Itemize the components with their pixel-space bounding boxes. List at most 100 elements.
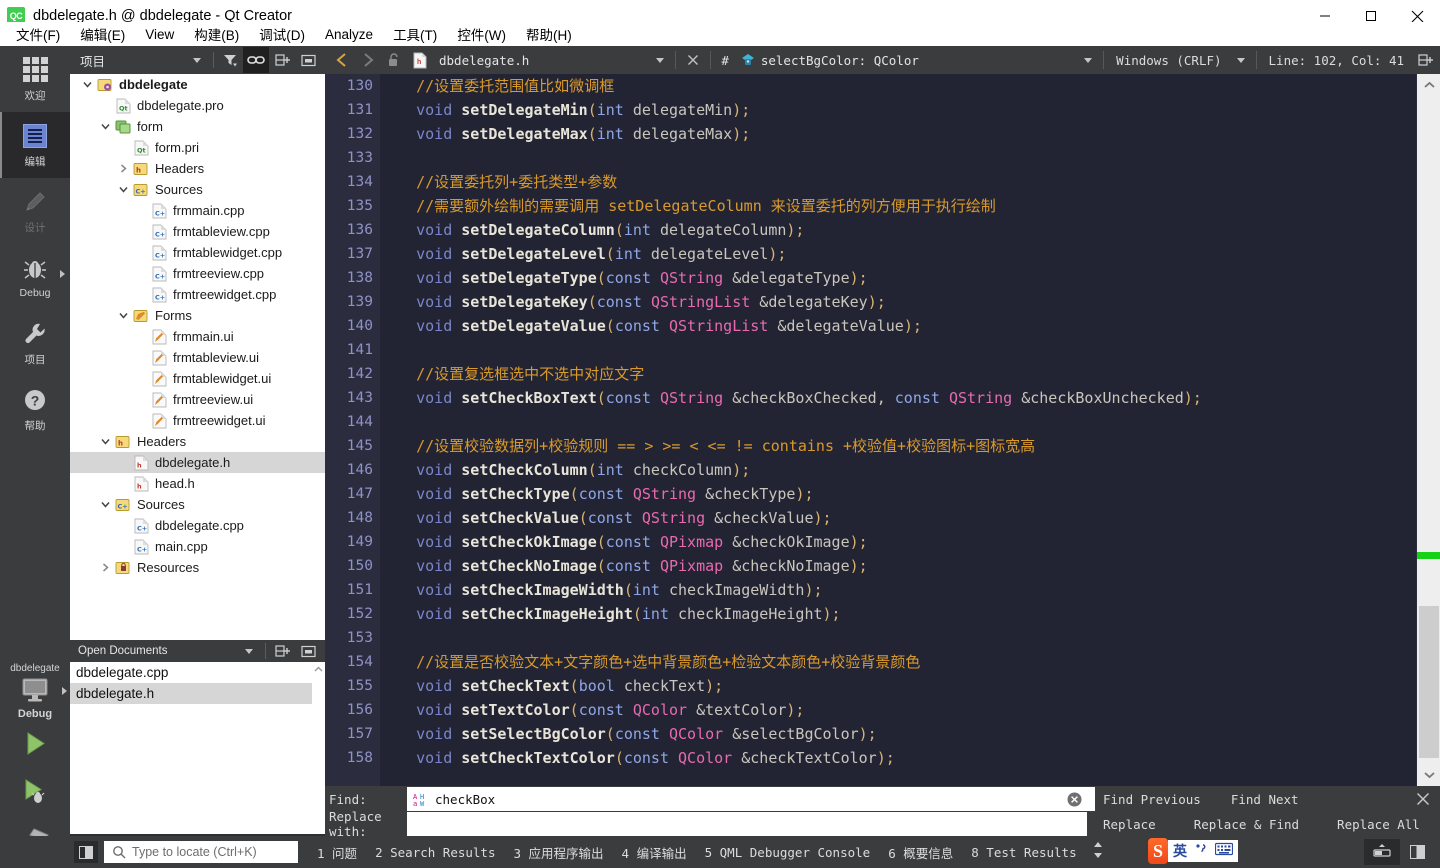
sidebar-toggle-icon[interactable] <box>74 841 98 863</box>
menu-item-0[interactable]: 文件(F) <box>6 22 70 46</box>
filter-icon[interactable] <box>217 47 243 73</box>
menu-item-4[interactable]: 调试(D) <box>249 22 315 46</box>
chevron-down-icon[interactable] <box>96 116 114 137</box>
output-pane-tab-3[interactable]: 3 应用程序输出 <box>504 843 612 862</box>
keyboard-icon[interactable] <box>1214 842 1234 861</box>
code-line[interactable]: //需要额外绘制的需要调用 setDelegateColumn 来设置委托的列方… <box>380 194 1440 218</box>
line-ending-selector[interactable]: Windows (CRLF) <box>1108 53 1229 68</box>
nav-forward-icon[interactable] <box>355 47 381 73</box>
code-line[interactable]: void setCheckValue(const QString &checkV… <box>380 506 1440 530</box>
tree-item-frmmain-cpp[interactable]: C+ frmmain.cpp <box>70 200 325 221</box>
menu-item-2[interactable]: View <box>135 22 184 46</box>
code-line[interactable]: void setDelegateMin(int delegateMin); <box>380 98 1440 122</box>
replace-all-button[interactable]: Replace All <box>1337 817 1420 832</box>
chevron-right-icon[interactable] <box>114 158 132 179</box>
locator-input[interactable]: Type to locate (Ctrl+K) <box>104 841 298 863</box>
tree-item-sources[interactable]: C+ Sources <box>70 179 325 200</box>
collapse-icon[interactable] <box>295 47 321 73</box>
tree-item-headers[interactable]: h Headers <box>70 158 325 179</box>
chevron-down-icon[interactable] <box>114 179 132 200</box>
nav-back-icon[interactable] <box>329 47 355 73</box>
tree-item-form[interactable]: form <box>70 116 325 137</box>
output-pane-tab-8[interactable]: 8 Test Results <box>962 845 1085 860</box>
output-pane-tab-6[interactable]: 6 概要信息 <box>879 843 962 862</box>
ime-punctuation-icon[interactable] <box>1194 842 1208 861</box>
output-pane-tab-4[interactable]: 4 编译输出 <box>613 843 696 862</box>
tree-item-sources[interactable]: C+ Sources <box>70 494 325 515</box>
mode-item-debug[interactable]: Debug <box>0 244 70 310</box>
tree-item-frmtreewidget-cpp[interactable]: C+ frmtreewidget.cpp <box>70 284 325 305</box>
scroll-up-icon[interactable] <box>312 662 325 676</box>
code-line[interactable]: void setCheckNoImage(const QPixmap &chec… <box>380 554 1440 578</box>
split-add-icon[interactable] <box>1412 47 1438 73</box>
line-ending-dropdown-icon[interactable] <box>1230 54 1252 66</box>
code-line[interactable]: void setCheckTextColor(const QColor &che… <box>380 746 1440 770</box>
editor-scrollbar[interactable] <box>1416 74 1440 786</box>
code-line[interactable]: void setCheckImageWidth(int checkImageWi… <box>380 578 1440 602</box>
scrollbar-thumb[interactable] <box>1419 606 1439 758</box>
menu-item-3[interactable]: 构建(B) <box>184 22 249 46</box>
split-add-icon[interactable] <box>269 47 295 73</box>
tree-item-frmmain-ui[interactable]: frmmain.ui <box>70 326 325 347</box>
mode-item-help[interactable]: ? 帮助 <box>0 376 70 442</box>
menu-item-7[interactable]: 控件(W) <box>447 22 516 46</box>
code-line[interactable]: void setTextColor(const QColor &textColo… <box>380 698 1440 722</box>
editor-gutter[interactable]: 130 131 132 133 134 135 136 137 138 139 140 141 142 1… <box>325 74 380 786</box>
hash-icon[interactable]: # <box>715 53 735 68</box>
code-line[interactable]: void setCheckImageHeight(int checkImageH… <box>380 602 1440 626</box>
tree-item-dbdelegate-pro[interactable]: Qt dbdelegate.pro <box>70 95 325 116</box>
code-line[interactable]: //设置委托列+委托类型+参数 <box>380 170 1440 194</box>
tree-item-frmtreeview-cpp[interactable]: C+ frmtreeview.cpp <box>70 263 325 284</box>
project-panel-dropdown[interactable] <box>184 47 210 73</box>
code-line[interactable]: void setCheckOkImage(const QPixmap &chec… <box>380 530 1440 554</box>
replace-and-find-button[interactable]: Replace & Find <box>1194 817 1299 832</box>
code-line[interactable]: void setDelegateMax(int delegateMax); <box>380 122 1440 146</box>
sogou-logo-icon[interactable]: S <box>1148 838 1168 864</box>
menu-item-1[interactable]: 编辑(E) <box>70 22 135 46</box>
replace-input[interactable] <box>407 812 1087 836</box>
chevron-right-icon[interactable] <box>60 270 65 278</box>
open-document-dbdelegate-h[interactable]: dbdelegate.h <box>70 683 325 704</box>
tree-item-head-h[interactable]: h head.h <box>70 473 325 494</box>
output-pane-tab-1[interactable]: 1 问题 <box>308 843 366 862</box>
clear-field-icon[interactable] <box>1053 787 1095 811</box>
open-documents-scrollbar[interactable] <box>312 662 325 834</box>
progress-details-icon[interactable] <box>1364 839 1400 865</box>
code-line[interactable]: void setDelegateType(const QString &dele… <box>380 266 1440 290</box>
tree-item-frmtablewidget-ui[interactable]: frmtablewidget.ui <box>70 368 325 389</box>
output-pane-toggle-icon[interactable] <box>1400 839 1434 865</box>
scroll-down-icon[interactable] <box>1417 766 1440 784</box>
chevron-right-icon[interactable] <box>96 557 114 578</box>
tree-item-frmtreewidget-ui[interactable]: frmtreewidget.ui <box>70 410 325 431</box>
code-line[interactable]: void setDelegateKey(const QStringList &d… <box>380 290 1440 314</box>
code-line[interactable]: void setSelectBgColor(const QColor &sele… <box>380 722 1440 746</box>
tree-item-dbdelegate[interactable]: dbdelegate <box>70 74 325 95</box>
tree-item-frmtableview-ui[interactable]: frmtableview.ui <box>70 347 325 368</box>
code-line[interactable]: void setCheckType(const QString &checkTy… <box>380 482 1440 506</box>
symbol-dropdown-icon[interactable] <box>1077 54 1099 66</box>
code-line[interactable]: void setDelegateValue(const QStringList … <box>380 314 1440 338</box>
tree-item-form-pri[interactable]: Qt form.pri <box>70 137 325 158</box>
menu-item-5[interactable]: Analyze <box>315 22 383 46</box>
code-line[interactable] <box>380 626 1440 650</box>
find-previous-button[interactable]: Find Previous <box>1103 792 1201 807</box>
split-add-icon[interactable] <box>269 638 295 664</box>
code-line[interactable]: //设置是否校验文本+文字颜色+选中背景颜色+检验文本颜色+校验背景颜色 <box>380 650 1440 674</box>
find-input-value[interactable]: checkBox <box>435 792 495 807</box>
menu-item-6[interactable]: 工具(T) <box>383 22 447 46</box>
code-line[interactable]: //设置复选框选中不选中对应文字 <box>380 362 1440 386</box>
collapse-icon[interactable] <box>295 638 321 664</box>
chevron-down-icon[interactable] <box>114 305 132 326</box>
code-line[interactable]: //设置委托范围值比如微调框 <box>380 74 1440 98</box>
code-line[interactable] <box>380 146 1440 170</box>
editor-symbol-name[interactable]: selectBgColor: QColor <box>761 53 919 68</box>
editor-filename[interactable]: dbdelegate.h <box>439 53 529 68</box>
menu-item-8[interactable]: 帮助(H) <box>516 22 582 46</box>
mode-item-projects[interactable]: 项目 <box>0 310 70 376</box>
code-line[interactable]: //设置校验数据列+校验规则 == > >= < <= != contains … <box>380 434 1440 458</box>
find-next-button[interactable]: Find Next <box>1231 792 1299 807</box>
code-line[interactable]: void setCheckText(bool checkText); <box>380 674 1440 698</box>
tree-item-forms[interactable]: Forms <box>70 305 325 326</box>
close-find-bar-button[interactable] <box>1414 790 1432 808</box>
output-pane-tab-2[interactable]: 2 Search Results <box>366 845 504 860</box>
